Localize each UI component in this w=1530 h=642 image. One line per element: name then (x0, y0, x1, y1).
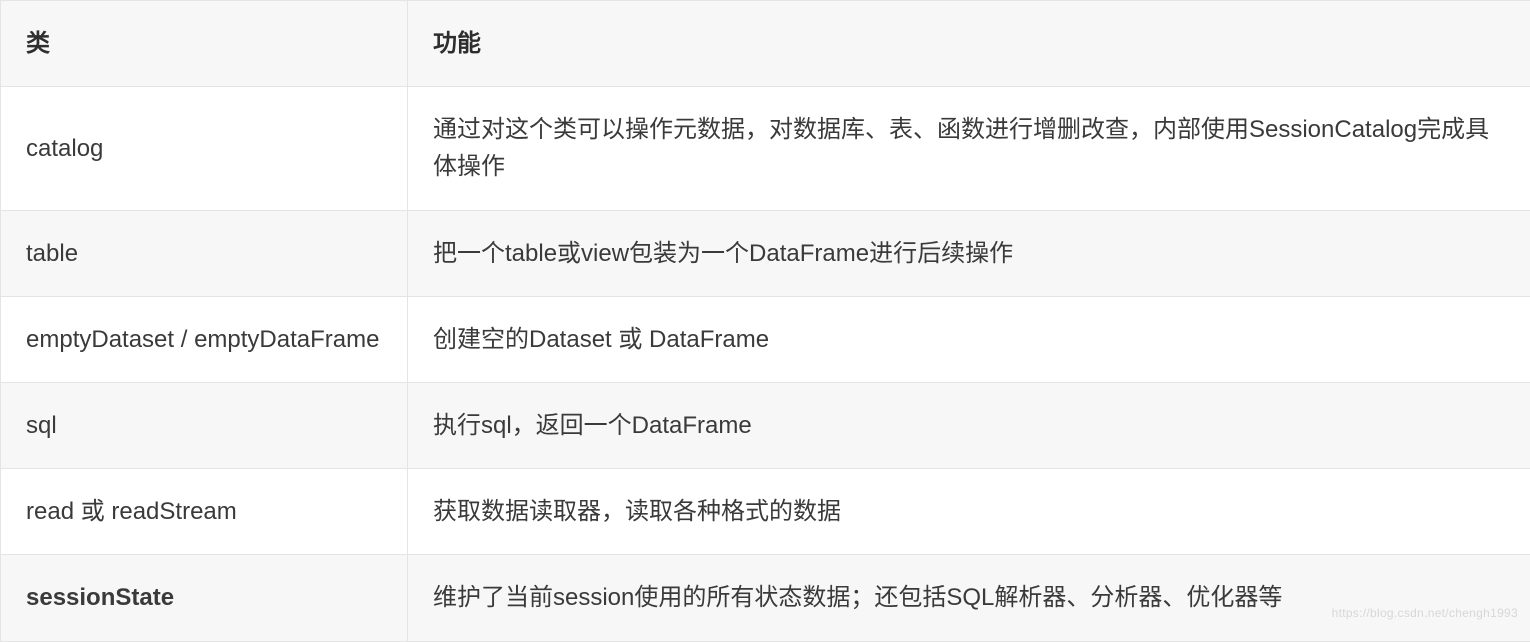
cell-desc: 维护了当前session使用的所有状态数据；还包括SQL解析器、分析器、优化器等 (408, 555, 1530, 641)
header-function: 功能 (408, 1, 1530, 87)
table-header-row: 类 功能 (1, 1, 1530, 87)
cell-class: emptyDataset / emptyDataFrame (1, 296, 408, 382)
table-row: sessionState 维护了当前session使用的所有状态数据；还包括SQ… (1, 555, 1530, 641)
header-class: 类 (1, 1, 408, 87)
cell-class: table (1, 210, 408, 296)
table-row: emptyDataset / emptyDataFrame 创建空的Datase… (1, 296, 1530, 382)
cell-desc: 通过对这个类可以操作元数据，对数据库、表、函数进行增删改查，内部使用Sessio… (408, 87, 1530, 210)
cell-desc: 创建空的Dataset 或 DataFrame (408, 296, 1530, 382)
cell-class: catalog (1, 87, 408, 210)
cell-desc: 执行sql，返回一个DataFrame (408, 382, 1530, 468)
api-table: 类 功能 catalog 通过对这个类可以操作元数据，对数据库、表、函数进行增删… (0, 0, 1530, 642)
cell-class: read 或 readStream (1, 469, 408, 555)
cell-class: sessionState (1, 555, 408, 641)
table-row: catalog 通过对这个类可以操作元数据，对数据库、表、函数进行增删改查，内部… (1, 87, 1530, 210)
table-row: sql 执行sql，返回一个DataFrame (1, 382, 1530, 468)
cell-class: sql (1, 382, 408, 468)
table-row: table 把一个table或view包装为一个DataFrame进行后续操作 (1, 210, 1530, 296)
cell-desc: 把一个table或view包装为一个DataFrame进行后续操作 (408, 210, 1530, 296)
table-row: read 或 readStream 获取数据读取器，读取各种格式的数据 (1, 469, 1530, 555)
cell-desc: 获取数据读取器，读取各种格式的数据 (408, 469, 1530, 555)
